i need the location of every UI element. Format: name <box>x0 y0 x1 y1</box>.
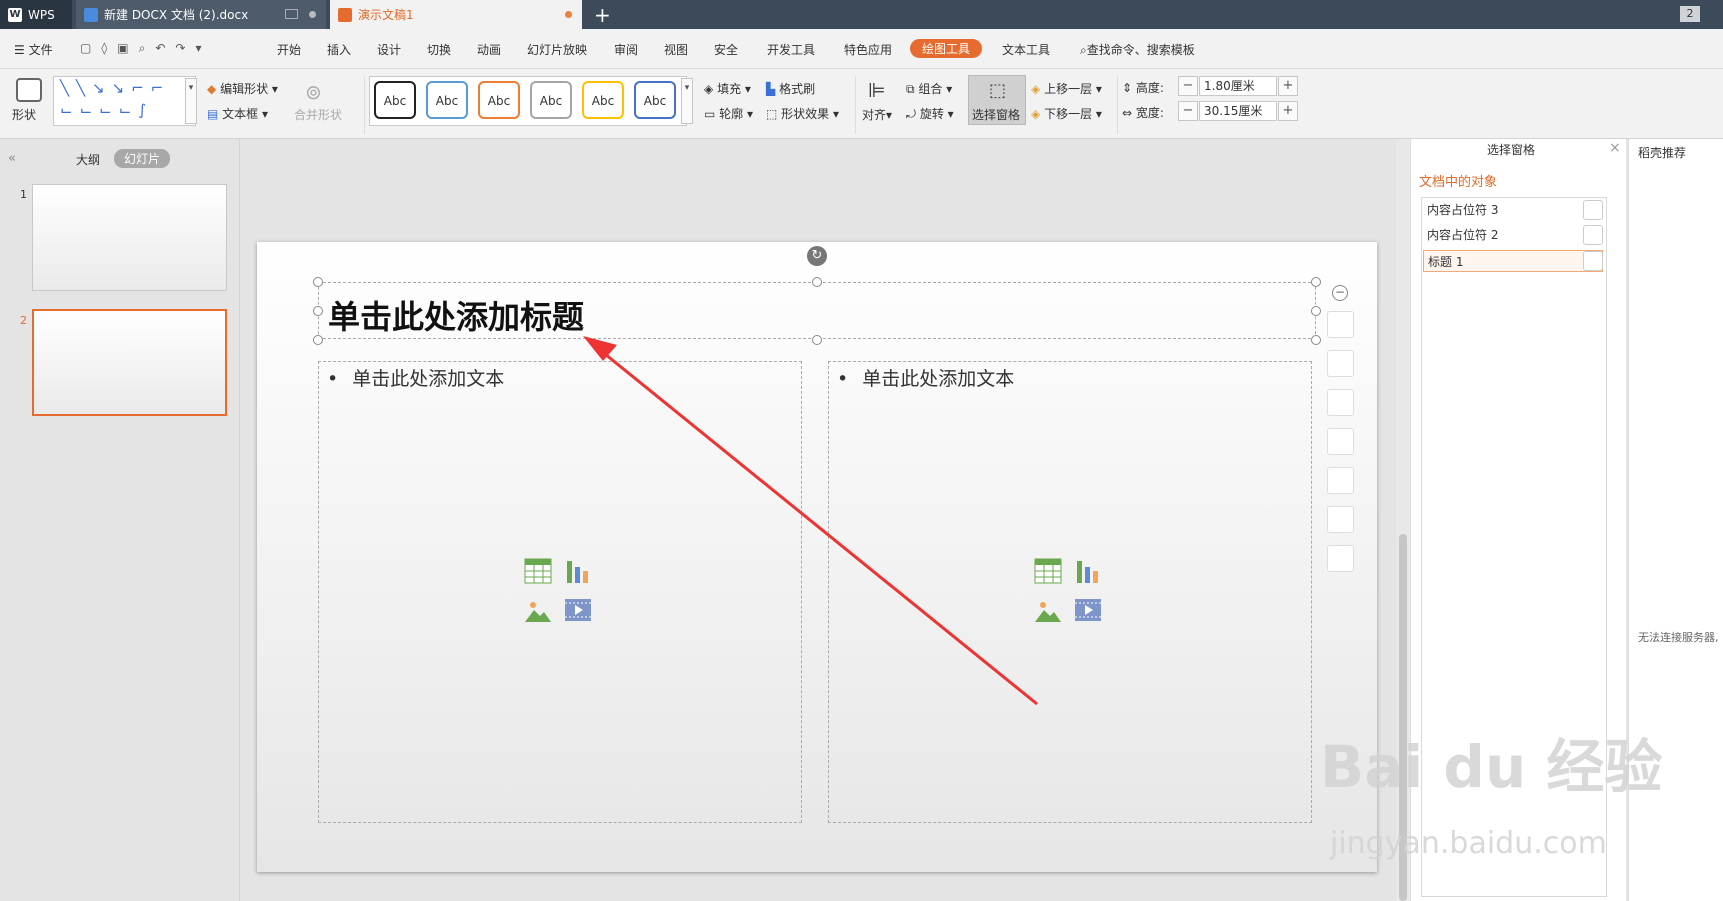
selection-pane-title: 选择窗格 <box>1487 143 1536 157</box>
eye-icon[interactable] <box>1583 225 1603 245</box>
server-error-text: 无法连接服务器, <box>1638 631 1719 644</box>
object-item-content-3[interactable]: 内容占位符 3 <box>1423 199 1603 221</box>
recommend-pane-title[interactable]: 稻壳推荐 <box>1638 144 1686 161</box>
objects-section-title: 文档中的对象 <box>1419 175 1498 190</box>
object-item-title-1[interactable]: 标题 1 <box>1423 250 1603 272</box>
eye-icon[interactable] <box>1583 251 1603 271</box>
eye-icon[interactable] <box>1583 200 1603 220</box>
watermark-url: jingyan.baidu.com <box>1330 826 1607 861</box>
object-item-content-2[interactable]: 内容占位符 2 <box>1423 224 1603 246</box>
baidu-jingyan-watermark: Bai du 经验 <box>1320 733 1663 801</box>
close-icon[interactable]: × <box>1609 140 1621 156</box>
